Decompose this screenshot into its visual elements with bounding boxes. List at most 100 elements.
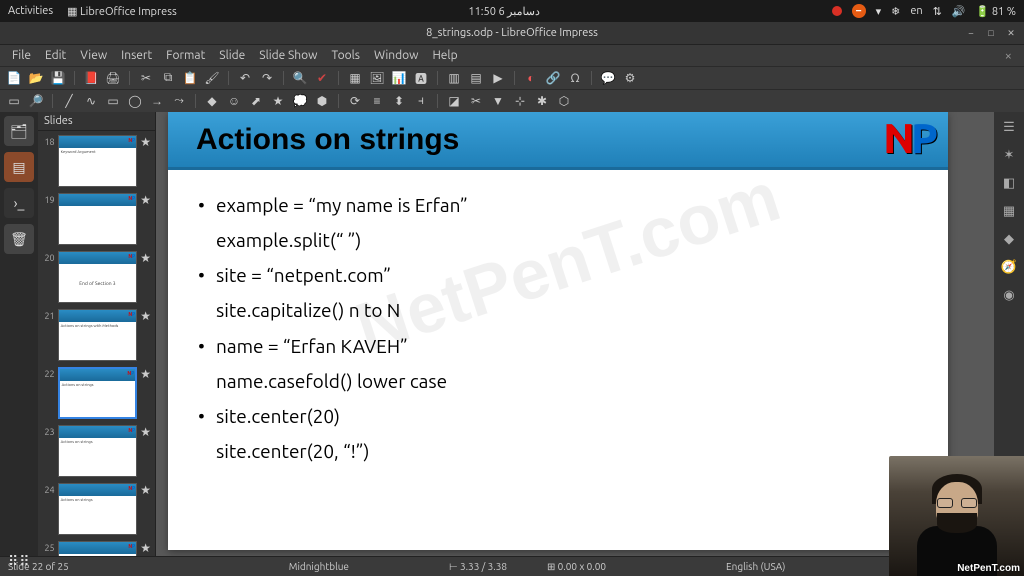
interaction-icon[interactable]: ⚙: [622, 70, 638, 86]
close-button[interactable]: ✕: [1004, 26, 1018, 40]
rectangle-icon[interactable]: ▭: [105, 93, 121, 109]
hyperlink-icon[interactable]: 🔗: [545, 70, 561, 86]
select-icon[interactable]: ▭: [6, 93, 22, 109]
shadow-icon[interactable]: ◪: [446, 93, 462, 109]
gluepoints-icon[interactable]: ✱: [534, 93, 550, 109]
minimize-button[interactable]: –: [964, 26, 978, 40]
slide-thumbnail[interactable]: Keyword ArgumentNP: [58, 135, 138, 187]
shapes-tab-icon[interactable]: ◉: [1000, 286, 1018, 304]
gallery-tab-icon[interactable]: ◆: [1000, 230, 1018, 248]
animation-tab-icon[interactable]: ◧: [1000, 174, 1018, 192]
cut-icon[interactable]: ✂: [138, 70, 154, 86]
maximize-button[interactable]: □: [984, 26, 998, 40]
menu-window[interactable]: Window: [368, 47, 424, 64]
stars-icon[interactable]: ★: [270, 93, 286, 109]
menu-format[interactable]: Format: [160, 47, 211, 64]
filter-icon[interactable]: ▼: [490, 93, 506, 109]
slide-transition-tab-icon[interactable]: ✶: [1000, 146, 1018, 164]
master-icon[interactable]: ▥: [446, 70, 462, 86]
slide-editor[interactable]: NetPenT.com Actions on strings NP •examp…: [156, 112, 994, 556]
image-icon[interactable]: 🖼: [369, 70, 385, 86]
export-pdf-icon[interactable]: 📕: [83, 70, 99, 86]
slideshow-start-icon[interactable]: ▶: [490, 70, 506, 86]
slide-thumbnail[interactable]: End of Section 3NP: [58, 251, 138, 303]
symbol-shapes-icon[interactable]: ☺: [226, 93, 242, 109]
3d-icon[interactable]: ⬢: [314, 93, 330, 109]
chart-icon[interactable]: 📊: [391, 70, 407, 86]
weather-icon[interactable]: ❄: [891, 5, 900, 18]
new-icon[interactable]: 📄: [6, 70, 22, 86]
special-char-icon[interactable]: Ω: [567, 70, 583, 86]
block-arrows-icon[interactable]: ⬈: [248, 93, 264, 109]
terminal-launcher-icon[interactable]: ›_: [4, 188, 34, 218]
arrange-icon[interactable]: ⬍: [391, 93, 407, 109]
impress-launcher-icon[interactable]: ▤: [4, 152, 34, 182]
connector-icon[interactable]: ⤳: [171, 93, 187, 109]
points-icon[interactable]: ⊹: [512, 93, 528, 109]
network-icon[interactable]: ⇅: [933, 5, 942, 18]
menu-help[interactable]: Help: [426, 47, 463, 64]
copy-icon[interactable]: ⧉: [160, 70, 176, 86]
comment-icon[interactable]: 💬: [600, 70, 616, 86]
doc-close-button[interactable]: ×: [999, 47, 1018, 65]
slide-thumbnail[interactable]: Actions on stringsNP: [58, 425, 138, 477]
redo-icon[interactable]: ↷: [259, 70, 275, 86]
slide-thumbnails[interactable]: 18Keyword ArgumentNP★19NP★20End of Secti…: [38, 131, 155, 556]
slide-thumbnail[interactable]: NP: [58, 193, 138, 245]
menu-tools[interactable]: Tools: [325, 47, 366, 64]
menu-file[interactable]: File: [6, 47, 37, 64]
volume-icon[interactable]: 🔊: [952, 5, 966, 18]
slide-thumbnail[interactable]: Actions on stringsNP: [58, 367, 138, 419]
clock[interactable]: 11:50 دسامبر 6: [177, 5, 832, 18]
extrusion-icon[interactable]: ⬡: [556, 93, 572, 109]
slide-title[interactable]: Actions on strings: [196, 123, 459, 157]
textbox-icon[interactable]: 🅰: [413, 70, 429, 86]
slide-thumbnail[interactable]: NP: [58, 541, 138, 556]
screencast-indicator-icon[interactable]: [832, 6, 842, 16]
slide-thumbnail[interactable]: Actions on stringsNP: [58, 483, 138, 535]
slide-thumbnail[interactable]: Actions on strings with MethodsNP: [58, 309, 138, 361]
spellcheck-icon[interactable]: ✔: [314, 70, 330, 86]
line-icon[interactable]: ╱: [61, 93, 77, 109]
slide-layout-icon[interactable]: ▤: [468, 70, 484, 86]
ellipse-icon[interactable]: ◯: [127, 93, 143, 109]
fontwork-icon[interactable]: ◐: [523, 70, 539, 86]
menu-view[interactable]: View: [74, 47, 113, 64]
callouts-icon[interactable]: 💭: [292, 93, 308, 109]
trash-launcher-icon[interactable]: 🗑: [4, 224, 34, 254]
record-indicator-icon[interactable]: −: [852, 4, 866, 18]
save-icon[interactable]: 💾: [50, 70, 66, 86]
status-language[interactable]: English (USA): [706, 561, 805, 572]
crop-icon[interactable]: ✂: [468, 93, 484, 109]
menu-slide[interactable]: Slide: [213, 47, 251, 64]
slide-content[interactable]: •example = “my name is Erfan”example.spl…: [168, 170, 948, 487]
master-slides-tab-icon[interactable]: ▦: [1000, 202, 1018, 220]
distribute-icon[interactable]: ⫞: [413, 93, 429, 109]
rotate-icon[interactable]: ⟳: [347, 93, 363, 109]
align-icon[interactable]: ≡: [369, 93, 385, 109]
files-launcher-icon[interactable]: 🗂: [4, 116, 34, 146]
notification-icon[interactable]: ▾: [876, 5, 882, 18]
menu-slideshow[interactable]: Slide Show: [253, 47, 323, 64]
find-icon[interactable]: 🔍: [292, 70, 308, 86]
battery-indicator[interactable]: 🔋 81 %: [976, 5, 1016, 18]
activities-button[interactable]: Activities: [8, 5, 53, 18]
lang-indicator[interactable]: en: [910, 5, 922, 17]
menu-insert[interactable]: Insert: [115, 47, 158, 64]
slide-canvas[interactable]: NetPenT.com Actions on strings NP •examp…: [168, 112, 948, 550]
app-menu[interactable]: ▦ LibreOffice Impress: [67, 5, 177, 18]
format-paintbrush-icon[interactable]: 🖌: [204, 70, 220, 86]
paste-icon[interactable]: 📋: [182, 70, 198, 86]
zoom-icon[interactable]: 🔎: [28, 93, 44, 109]
menu-edit[interactable]: Edit: [39, 47, 72, 64]
print-icon[interactable]: 🖨: [105, 70, 121, 86]
properties-tab-icon[interactable]: ☰: [1000, 118, 1018, 136]
basic-shapes-icon[interactable]: ◆: [204, 93, 220, 109]
table-icon[interactable]: ▦: [347, 70, 363, 86]
show-apps-icon[interactable]: ⠿⠿: [8, 553, 31, 570]
navigator-tab-icon[interactable]: 🧭: [1000, 258, 1018, 276]
undo-icon[interactable]: ↶: [237, 70, 253, 86]
arrow-icon[interactable]: →: [149, 93, 165, 109]
curve-icon[interactable]: ∿: [83, 93, 99, 109]
open-icon[interactable]: 📂: [28, 70, 44, 86]
